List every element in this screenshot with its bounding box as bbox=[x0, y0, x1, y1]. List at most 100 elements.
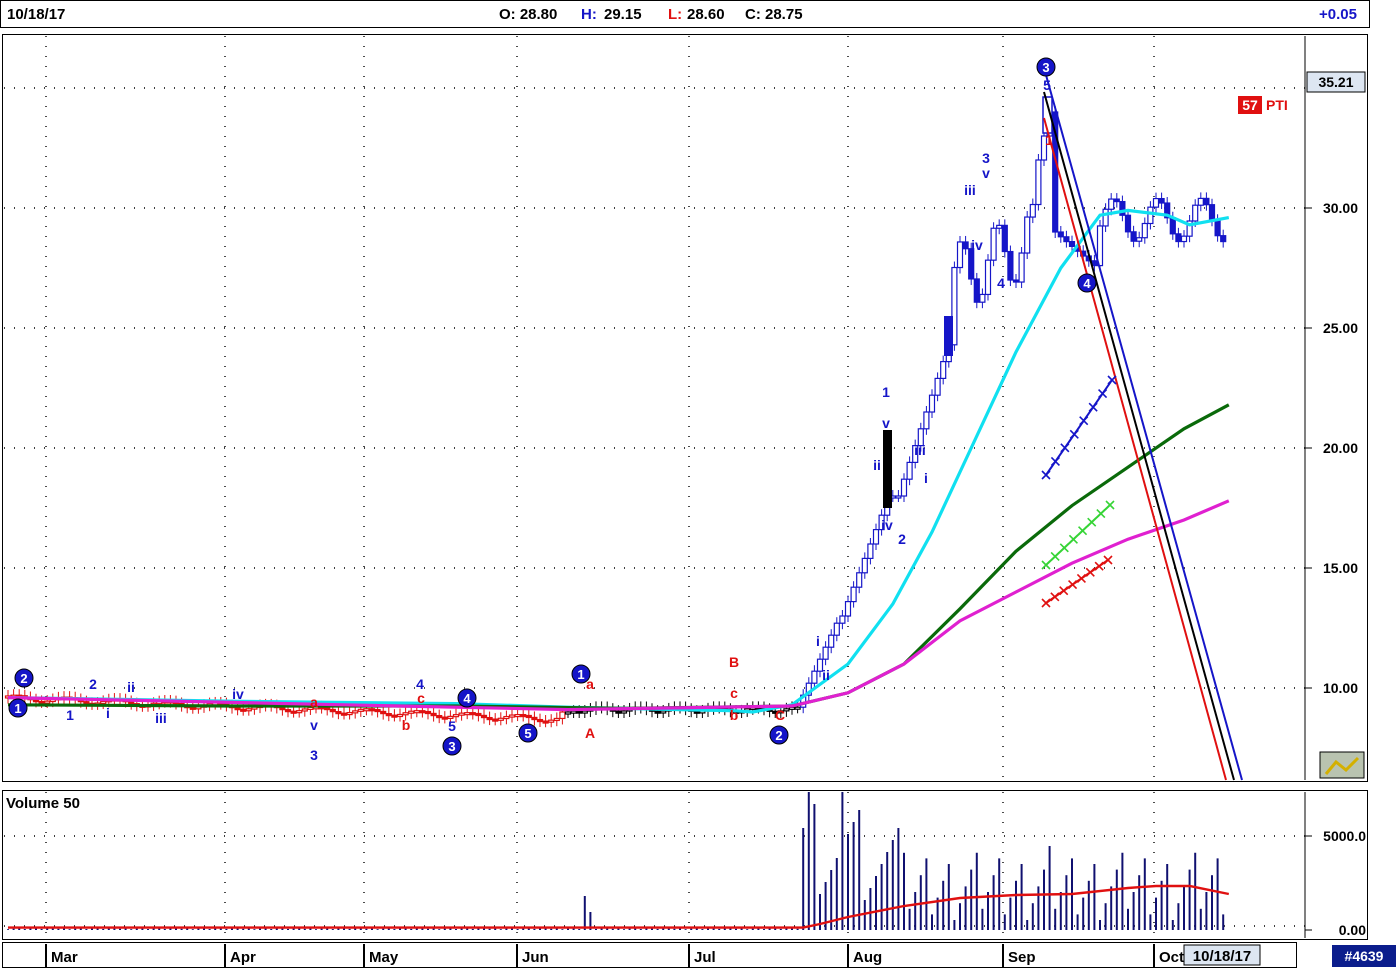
volume-title: Volume 50 bbox=[6, 795, 80, 812]
target-line-green-tick bbox=[1105, 500, 1115, 510]
candle-body bbox=[940, 361, 947, 380]
target-line-blue-tick bbox=[1079, 416, 1089, 426]
wave-label: iv bbox=[232, 686, 244, 702]
candle-body bbox=[290, 710, 297, 714]
candle-body bbox=[973, 278, 980, 303]
trend-lines bbox=[1041, 74, 1243, 781]
y-tick-label: 10.00 bbox=[1323, 680, 1358, 696]
candle-body bbox=[1035, 159, 1042, 206]
candle-body bbox=[559, 711, 566, 720]
grid bbox=[4, 36, 1306, 938]
candle-body bbox=[100, 700, 107, 704]
candle-body bbox=[480, 714, 488, 719]
wave-label: i bbox=[924, 470, 928, 486]
wave-label: iii bbox=[155, 710, 167, 726]
candle-body bbox=[486, 716, 493, 721]
candle-body bbox=[83, 701, 90, 705]
candle-body bbox=[1113, 198, 1120, 203]
price-axis: 10.00 15.00 20.00 25.00 30.00 35.21 57 PTI bbox=[1238, 71, 1366, 779]
candle-body bbox=[867, 543, 874, 559]
candle-body bbox=[340, 712, 348, 716]
candle-body bbox=[497, 717, 504, 721]
wave-label: i bbox=[106, 705, 110, 721]
ma-line-magenta bbox=[7, 499, 1230, 712]
wave-circle-label: 5 bbox=[524, 726, 531, 741]
target-line-red-tick bbox=[1068, 580, 1078, 590]
month-label: Apr bbox=[230, 949, 256, 966]
candle-body bbox=[1208, 204, 1216, 221]
candle-body bbox=[861, 557, 868, 574]
candle-body bbox=[1180, 235, 1188, 243]
month-label: Sep bbox=[1008, 949, 1036, 966]
wave-label: ii bbox=[873, 457, 881, 473]
candle-body bbox=[284, 709, 292, 713]
current-date-label: 10/18/17 bbox=[1193, 948, 1251, 965]
wave-circle-label: 3 bbox=[1042, 60, 1049, 75]
y-tick-label: 20.00 bbox=[1323, 440, 1358, 456]
candle-body bbox=[984, 259, 992, 296]
candle-body bbox=[38, 700, 45, 705]
wave-label: 1 bbox=[882, 384, 890, 400]
candle-body bbox=[402, 712, 409, 716]
target-line-green-tick bbox=[1087, 517, 1097, 527]
candle-body bbox=[822, 646, 829, 660]
candle-body bbox=[346, 711, 353, 716]
month-label: Mar bbox=[51, 949, 78, 966]
candle-body bbox=[900, 478, 908, 497]
candle-body bbox=[542, 720, 549, 724]
candle-body bbox=[788, 706, 796, 710]
month-label: May bbox=[369, 949, 399, 966]
wave-label: 1 bbox=[1045, 132, 1053, 148]
candle-body bbox=[928, 394, 936, 413]
candle-body bbox=[1029, 203, 1036, 218]
candle-body bbox=[374, 708, 381, 713]
candle-body bbox=[363, 708, 370, 712]
wave-label: b bbox=[730, 707, 739, 723]
candle-body bbox=[794, 706, 801, 710]
candle-body bbox=[352, 710, 359, 714]
candle-body bbox=[850, 586, 857, 603]
candle-body bbox=[962, 241, 969, 250]
candle-body bbox=[441, 716, 448, 720]
wave-circle-label: 2 bbox=[775, 728, 782, 743]
candle-body bbox=[872, 528, 880, 545]
candle-body bbox=[1063, 236, 1070, 243]
candle-body bbox=[189, 706, 196, 710]
candle-body bbox=[979, 293, 986, 303]
candle-body bbox=[424, 710, 432, 715]
candle-body bbox=[828, 634, 835, 648]
candle-body bbox=[1024, 216, 1031, 254]
month-label: Jun bbox=[522, 949, 549, 966]
month-label: Oct bbox=[1159, 949, 1184, 966]
candle-body bbox=[660, 710, 667, 714]
trend-line-red bbox=[1043, 117, 1227, 781]
candle-body bbox=[469, 712, 476, 716]
month-label: Jul bbox=[694, 949, 716, 966]
candle-body bbox=[1007, 250, 1014, 281]
target-line-blue-tick bbox=[1107, 375, 1117, 385]
candle-body bbox=[413, 710, 420, 714]
wave-label: B bbox=[729, 654, 739, 670]
candle-body bbox=[430, 712, 437, 717]
candle-body bbox=[464, 712, 471, 716]
candle-body bbox=[548, 719, 555, 723]
candle-body bbox=[1214, 219, 1221, 237]
wave-label: 5 bbox=[1043, 77, 1051, 93]
candle-body bbox=[296, 710, 303, 714]
wave-label: b bbox=[402, 717, 411, 733]
candle-body bbox=[385, 713, 392, 717]
candle-body bbox=[553, 717, 560, 722]
target-line-green-tick bbox=[1096, 509, 1106, 519]
wave-label: c bbox=[730, 685, 738, 701]
wave-label: v bbox=[310, 717, 318, 733]
candle-body bbox=[956, 241, 964, 269]
candle-body bbox=[654, 710, 661, 714]
ma-line-cyan bbox=[7, 208, 1230, 714]
candle-body bbox=[508, 714, 516, 718]
volume-bars: Volume 50 5000.0 0.00 bbox=[6, 792, 1366, 938]
candle-body bbox=[564, 711, 572, 715]
wave-label: 2 bbox=[898, 531, 906, 547]
pti-label: PTI bbox=[1266, 97, 1288, 113]
wave-label: v bbox=[982, 165, 990, 181]
target-line-blue-tick bbox=[1088, 402, 1098, 412]
